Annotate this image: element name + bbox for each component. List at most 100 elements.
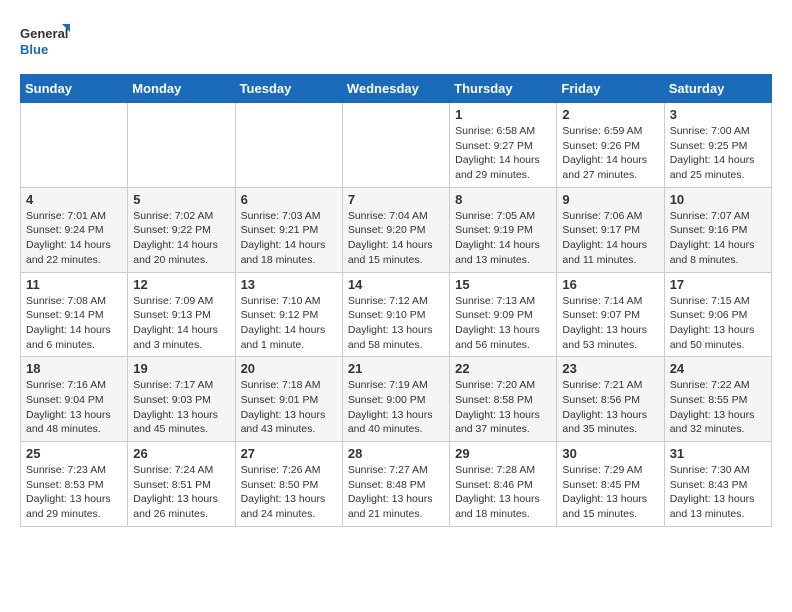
day-info: Sunrise: 7:19 AM Sunset: 9:00 PM Dayligh… <box>348 378 444 437</box>
calendar-day-cell: 24Sunrise: 7:22 AM Sunset: 8:55 PM Dayli… <box>664 357 771 442</box>
calendar-week-row: 1 Sunrise: 6:58 AM Sunset: 9:27 PM Daylig… <box>21 103 772 188</box>
calendar-day-cell: 2Sunrise: 6:59 AM Sunset: 9:26 PM Daylig… <box>557 103 664 188</box>
day-info: Sunrise: 7:07 AM Sunset: 9:16 PM Dayligh… <box>670 209 766 268</box>
calendar-day-cell: 31Sunrise: 7:30 AM Sunset: 8:43 PM Dayli… <box>664 442 771 527</box>
day-info: Sunrise: 7:04 AM Sunset: 9:20 PM Dayligh… <box>348 209 444 268</box>
day-info: Sunrise: 7:15 AM Sunset: 9:06 PM Dayligh… <box>670 294 766 353</box>
day-number: 24 <box>670 361 766 376</box>
logo: General Blue <box>20 20 70 64</box>
day-number: 31 <box>670 446 766 461</box>
day-info: Sunrise: 7:16 AM Sunset: 9:04 PM Dayligh… <box>26 378 122 437</box>
calendar-week-row: 18 Sunrise: 7:16 AM Sunset: 9:04 PM Dayli… <box>21 357 772 442</box>
day-number: 19 <box>133 361 229 376</box>
day-info: Sunrise: 7:06 AM Sunset: 9:17 PM Dayligh… <box>562 209 658 268</box>
calendar-header-row: SundayMondayTuesdayWednesdayThursdayFrid… <box>21 75 772 103</box>
calendar-day-cell: 17 Sunrise: 7:15 AM Sunset: 9:06 PM Dayli… <box>664 272 771 357</box>
weekday-header: Sunday <box>21 75 128 103</box>
day-info: Sunrise: 7:27 AM Sunset: 8:48 PM Dayligh… <box>348 463 444 522</box>
calendar-day-cell: 14Sunrise: 7:12 AM Sunset: 9:10 PM Dayli… <box>342 272 449 357</box>
calendar-day-cell: 9Sunrise: 7:06 AM Sunset: 9:17 PM Daylig… <box>557 187 664 272</box>
weekday-header: Thursday <box>450 75 557 103</box>
calendar-day-cell: 29Sunrise: 7:28 AM Sunset: 8:46 PM Dayli… <box>450 442 557 527</box>
day-number: 11 <box>26 277 122 292</box>
day-info: Sunrise: 7:00 AM Sunset: 9:25 PM Dayligh… <box>670 124 766 183</box>
calendar-day-cell <box>342 103 449 188</box>
calendar-day-cell: 12Sunrise: 7:09 AM Sunset: 9:13 PM Dayli… <box>128 272 235 357</box>
day-info: Sunrise: 7:20 AM Sunset: 8:58 PM Dayligh… <box>455 378 551 437</box>
calendar-week-row: 25 Sunrise: 7:23 AM Sunset: 8:53 PM Dayli… <box>21 442 772 527</box>
svg-text:General: General <box>20 26 68 41</box>
day-info: Sunrise: 7:18 AM Sunset: 9:01 PM Dayligh… <box>241 378 337 437</box>
day-number: 10 <box>670 192 766 207</box>
day-info: Sunrise: 7:23 AM Sunset: 8:53 PM Dayligh… <box>26 463 122 522</box>
day-number: 28 <box>348 446 444 461</box>
day-number: 20 <box>241 361 337 376</box>
calendar-day-cell: 4 Sunrise: 7:01 AM Sunset: 9:24 PM Daylig… <box>21 187 128 272</box>
calendar-day-cell: 16Sunrise: 7:14 AM Sunset: 9:07 PM Dayli… <box>557 272 664 357</box>
calendar-day-cell: 6 Sunrise: 7:03 AM Sunset: 9:21 PM Daylig… <box>235 187 342 272</box>
day-info: Sunrise: 7:26 AM Sunset: 8:50 PM Dayligh… <box>241 463 337 522</box>
logo-svg: General Blue <box>20 20 70 64</box>
day-number: 13 <box>241 277 337 292</box>
calendar-day-cell: 27 Sunrise: 7:26 AM Sunset: 8:50 PM Dayli… <box>235 442 342 527</box>
day-info: Sunrise: 7:03 AM Sunset: 9:21 PM Dayligh… <box>241 209 337 268</box>
calendar-day-cell <box>235 103 342 188</box>
calendar-week-row: 11 Sunrise: 7:08 AM Sunset: 9:14 PM Dayli… <box>21 272 772 357</box>
day-info: Sunrise: 6:59 AM Sunset: 9:26 PM Dayligh… <box>562 124 658 183</box>
calendar-day-cell: 13 Sunrise: 7:10 AM Sunset: 9:12 PM Dayli… <box>235 272 342 357</box>
calendar-day-cell: 7 Sunrise: 7:04 AM Sunset: 9:20 PM Daylig… <box>342 187 449 272</box>
calendar-day-cell: 5Sunrise: 7:02 AM Sunset: 9:22 PM Daylig… <box>128 187 235 272</box>
calendar-day-cell <box>21 103 128 188</box>
calendar-day-cell: 28 Sunrise: 7:27 AM Sunset: 8:48 PM Dayli… <box>342 442 449 527</box>
day-info: Sunrise: 7:12 AM Sunset: 9:10 PM Dayligh… <box>348 294 444 353</box>
calendar-day-cell: 8Sunrise: 7:05 AM Sunset: 9:19 PM Daylig… <box>450 187 557 272</box>
weekday-header: Saturday <box>664 75 771 103</box>
day-number: 22 <box>455 361 551 376</box>
day-number: 25 <box>26 446 122 461</box>
calendar-day-cell: 11 Sunrise: 7:08 AM Sunset: 9:14 PM Dayli… <box>21 272 128 357</box>
day-number: 7 <box>348 192 444 207</box>
svg-text:Blue: Blue <box>20 42 48 57</box>
calendar-day-cell: 1 Sunrise: 6:58 AM Sunset: 9:27 PM Daylig… <box>450 103 557 188</box>
day-number: 6 <box>241 192 337 207</box>
day-info: Sunrise: 7:29 AM Sunset: 8:45 PM Dayligh… <box>562 463 658 522</box>
page-container: General Blue SundayMondayTuesdayWednesda… <box>20 20 772 527</box>
calendar-day-cell: 23 Sunrise: 7:21 AM Sunset: 8:56 PM Dayli… <box>557 357 664 442</box>
calendar-table: SundayMondayTuesdayWednesdayThursdayFrid… <box>20 74 772 527</box>
header: General Blue <box>20 20 772 64</box>
day-number: 27 <box>241 446 337 461</box>
day-number: 5 <box>133 192 229 207</box>
day-number: 4 <box>26 192 122 207</box>
day-number: 15 <box>455 277 551 292</box>
calendar-day-cell: 21 Sunrise: 7:19 AM Sunset: 9:00 PM Dayli… <box>342 357 449 442</box>
day-number: 21 <box>348 361 444 376</box>
weekday-header: Wednesday <box>342 75 449 103</box>
calendar-day-cell: 3Sunrise: 7:00 AM Sunset: 9:25 PM Daylig… <box>664 103 771 188</box>
day-number: 26 <box>133 446 229 461</box>
day-number: 18 <box>26 361 122 376</box>
day-info: Sunrise: 7:17 AM Sunset: 9:03 PM Dayligh… <box>133 378 229 437</box>
day-info: Sunrise: 6:58 AM Sunset: 9:27 PM Dayligh… <box>455 124 551 183</box>
day-info: Sunrise: 7:08 AM Sunset: 9:14 PM Dayligh… <box>26 294 122 353</box>
calendar-week-row: 4 Sunrise: 7:01 AM Sunset: 9:24 PM Daylig… <box>21 187 772 272</box>
day-info: Sunrise: 7:09 AM Sunset: 9:13 PM Dayligh… <box>133 294 229 353</box>
day-number: 29 <box>455 446 551 461</box>
calendar-day-cell: 25 Sunrise: 7:23 AM Sunset: 8:53 PM Dayli… <box>21 442 128 527</box>
calendar-day-cell: 19 Sunrise: 7:17 AM Sunset: 9:03 PM Dayli… <box>128 357 235 442</box>
day-number: 17 <box>670 277 766 292</box>
day-info: Sunrise: 7:05 AM Sunset: 9:19 PM Dayligh… <box>455 209 551 268</box>
weekday-header: Tuesday <box>235 75 342 103</box>
weekday-header: Friday <box>557 75 664 103</box>
day-number: 23 <box>562 361 658 376</box>
day-info: Sunrise: 7:10 AM Sunset: 9:12 PM Dayligh… <box>241 294 337 353</box>
calendar-day-cell: 20 Sunrise: 7:18 AM Sunset: 9:01 PM Dayli… <box>235 357 342 442</box>
day-info: Sunrise: 7:14 AM Sunset: 9:07 PM Dayligh… <box>562 294 658 353</box>
weekday-header: Monday <box>128 75 235 103</box>
day-number: 1 <box>455 107 551 122</box>
day-info: Sunrise: 7:01 AM Sunset: 9:24 PM Dayligh… <box>26 209 122 268</box>
day-info: Sunrise: 7:21 AM Sunset: 8:56 PM Dayligh… <box>562 378 658 437</box>
calendar-day-cell: 26Sunrise: 7:24 AM Sunset: 8:51 PM Dayli… <box>128 442 235 527</box>
calendar-day-cell: 10 Sunrise: 7:07 AM Sunset: 9:16 PM Dayli… <box>664 187 771 272</box>
calendar-day-cell: 22 Sunrise: 7:20 AM Sunset: 8:58 PM Dayli… <box>450 357 557 442</box>
calendar-day-cell: 18 Sunrise: 7:16 AM Sunset: 9:04 PM Dayli… <box>21 357 128 442</box>
